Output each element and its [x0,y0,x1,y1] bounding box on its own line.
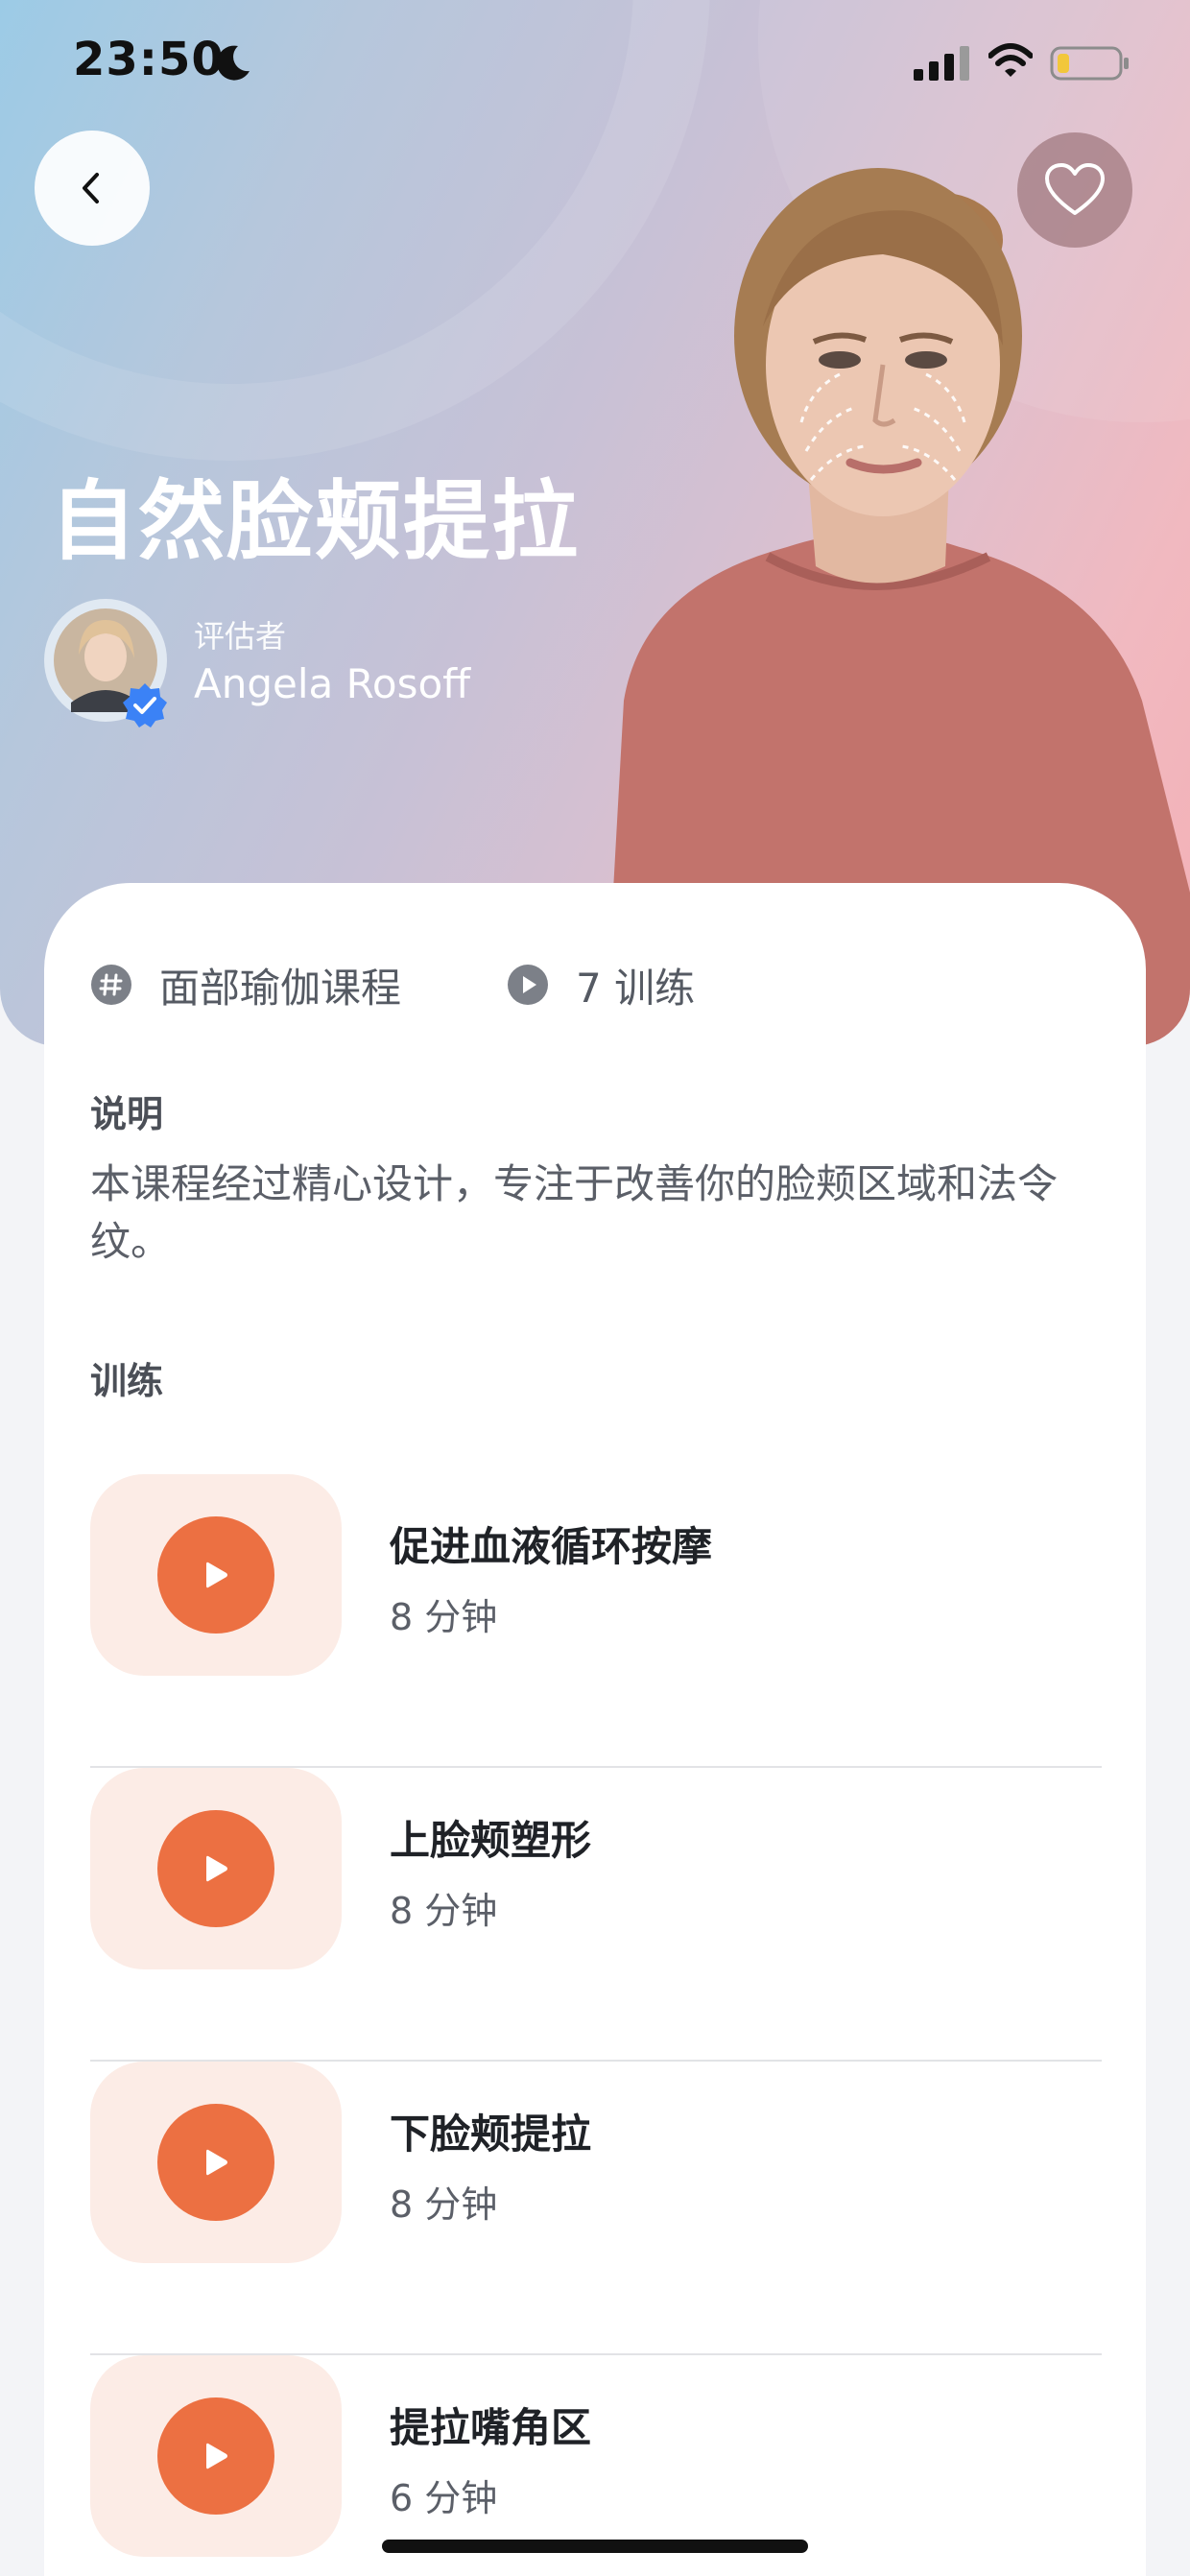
lessons-count: 7 训练 [507,956,695,1014]
trainings-heading: 训练 [90,1360,164,1402]
training-item[interactable]: 下脸颊提拉 8 分钟 [90,2062,1102,2355]
verified-badge-icon [123,683,167,727]
status-bar: 23:50 [0,0,1190,125]
course-details-card: 面部瑜伽课程 7 训练 说明 本课程经过精心设计，专注于改善你的脸颊区域和法令纹… [44,883,1146,2576]
training-list: 促进血液循环按摩 8 分钟 上脸颊塑形 8 分钟 下脸颊提拉 8 分钟 提拉嘴角… [90,1474,1102,2576]
play-icon [206,1562,227,1588]
home-indicator[interactable] [382,2540,808,2553]
category-label: 面部瑜伽课程 [159,964,402,1012]
play-icon [206,1855,227,1882]
play-button[interactable] [157,2104,274,2221]
training-name: 下脸颊提拉 [390,2111,592,2158]
author-role: 评估者 [194,618,287,655]
battery-icon [1050,46,1129,81]
play-icon [206,2443,227,2469]
play-icon [206,2149,227,2176]
play-button[interactable] [157,1810,274,1927]
training-thumbnail[interactable] [90,1768,342,1969]
wifi-icon [988,43,1033,77]
play-button[interactable] [157,1516,274,1634]
course-title: 自然脸颊提拉 [50,471,580,572]
description-text: 本课程经过精心设计，专注于改善你的脸颊区域和法令纹。 [90,1160,1059,1265]
training-thumbnail[interactable] [90,1474,342,1676]
signal-icon [914,46,969,81]
back-button[interactable] [35,131,150,246]
play-button[interactable] [157,2397,274,2515]
training-duration: 8 分钟 [390,1890,498,1932]
moon-icon [217,45,250,81]
chevron-left-icon [83,173,99,203]
favorite-button[interactable] [1017,132,1132,248]
play-circle-icon [508,965,548,1005]
lessons-count-label: 7 训练 [576,964,696,1012]
training-name: 提拉嘴角区 [390,2404,592,2451]
training-thumbnail[interactable] [90,2355,342,2557]
training-item[interactable]: 上脸颊塑形 8 分钟 [90,1768,1102,2062]
hashtag-icon [91,965,131,1005]
training-duration: 8 分钟 [390,2183,498,2226]
training-duration: 8 分钟 [390,1596,498,1638]
training-thumbnail[interactable] [90,2062,342,2263]
author-info[interactable]: 评估者 Angela Rosoff [42,597,541,731]
category-tag: 面部瑜伽课程 [90,956,401,1014]
author-name: Angela Rosoff [194,660,471,707]
training-duration: 6 分钟 [390,2477,498,2519]
training-item[interactable]: 促进血液循环按摩 8 分钟 [90,1474,1102,1768]
training-name: 促进血液循环按摩 [390,1523,713,1570]
course-meta: 面部瑜伽课程 7 训练 [90,956,1098,1014]
description-heading: 说明 [90,1093,164,1135]
status-time: 23:50 [73,33,225,86]
heart-icon [1045,163,1105,215]
training-name: 上脸颊塑形 [390,1817,592,1864]
